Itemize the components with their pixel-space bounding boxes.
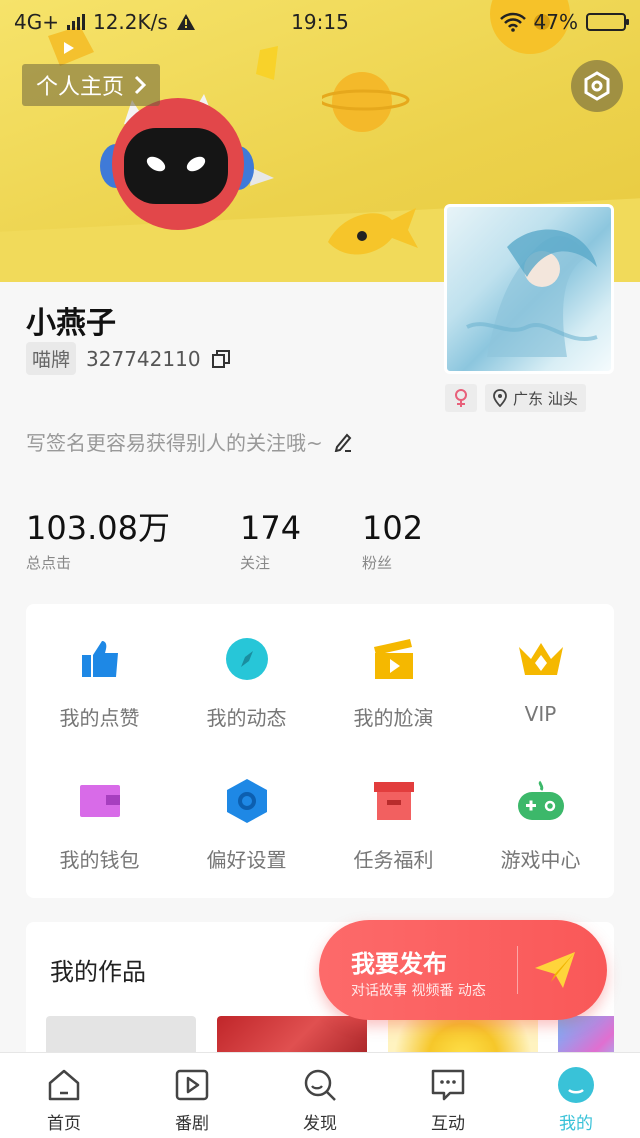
nav-interact[interactable]: 互动 [384, 1053, 512, 1138]
menu-label: 我的尬演 [353, 706, 434, 730]
menu-grid: 我的点赞 我的动态 我的尬演 VIP 我的钱包 偏好设置 任务福利 游戏中心 [26, 604, 614, 898]
menu-label: 游戏中心 [500, 848, 581, 872]
settings-button[interactable] [571, 60, 623, 112]
user-id-row: 喵牌 327742110 [26, 342, 231, 375]
menu-item-moments[interactable]: 我的动态 [173, 604, 320, 744]
nav-label: 互动 [431, 1114, 465, 1134]
home-icon [44, 1065, 84, 1105]
signal-icon [66, 14, 85, 30]
menu-label: VIP [524, 702, 557, 726]
menu-item-performance[interactable]: 我的尬演 [320, 604, 467, 744]
gamepad-icon [516, 776, 566, 826]
menu-label: 任务福利 [353, 848, 434, 872]
clapperboard-icon [369, 634, 419, 684]
publish-divider [517, 946, 518, 994]
signature-text: 写签名更容易获得别人的关注哦~ [26, 431, 323, 455]
compass-icon [222, 634, 272, 684]
nav-series[interactable]: 番剧 [128, 1053, 256, 1138]
menu-label: 偏好设置 [206, 848, 287, 872]
wallet-icon [75, 776, 125, 826]
fish-decoration [328, 208, 418, 255]
chevron-right-icon [134, 75, 147, 95]
gender-chip [445, 384, 477, 412]
nav-label: 发现 [303, 1114, 337, 1134]
avatar[interactable] [444, 204, 614, 374]
hexagon-settings-icon [222, 776, 272, 826]
red-robot-decoration [100, 94, 274, 230]
location-chip: 广东 汕头 [485, 384, 586, 412]
user-name: 小燕子 [26, 306, 116, 341]
stat-label: 粉丝 [362, 554, 393, 572]
nav-label: 首页 [47, 1114, 81, 1134]
battery-percent: 47% [533, 10, 578, 34]
menu-item-vip[interactable]: VIP [467, 604, 614, 744]
stat-following[interactable]: 174 关注 [240, 510, 301, 573]
thumbs-up-icon [75, 634, 125, 684]
stat-clicks[interactable]: 103.08万 总点击 [26, 510, 170, 573]
play-icon [172, 1065, 212, 1105]
homepage-button[interactable]: 个人主页 [22, 64, 161, 106]
stat-value: 102 [362, 509, 424, 547]
stat-fans[interactable]: 102 粉丝 [362, 510, 423, 573]
location-text: 广东 汕头 [513, 389, 578, 408]
female-icon [455, 389, 467, 407]
profile-section: 小燕子 喵牌 327742110 广东 汕头 写签名更容易获得别人的关注哦~ 1… [0, 204, 640, 594]
nav-label: 我的 [559, 1114, 593, 1134]
warning-icon [176, 14, 195, 30]
paper-plane-icon [535, 952, 575, 988]
stat-label: 总点击 [26, 554, 72, 572]
stat-label: 关注 [240, 554, 271, 572]
status-bar: 4G+ 12.2K/s 19:15 47% [0, 0, 640, 44]
planet-decoration [322, 72, 410, 132]
signature-row[interactable]: 写签名更容易获得别人的关注哦~ [26, 427, 353, 456]
battery-icon [586, 13, 629, 31]
bottom-nav: 首页 番剧 发现 互动 我的 [0, 1052, 640, 1138]
menu-item-wallet[interactable]: 我的钱包 [26, 746, 173, 886]
nav-home[interactable]: 首页 [0, 1053, 128, 1138]
network-speed: 12.2K/s [92, 10, 168, 34]
copy-icon[interactable] [211, 349, 231, 369]
user-tags: 广东 汕头 [445, 384, 586, 412]
menu-label: 我的动态 [206, 706, 287, 730]
id-tag: 喵牌 [26, 342, 77, 375]
publish-title: 我要发布 [351, 950, 447, 978]
menu-label: 我的钱包 [59, 848, 140, 872]
avatar-illustration [466, 229, 598, 357]
homepage-label: 个人主页 [36, 75, 125, 100]
nav-mine[interactable]: 我的 [512, 1053, 640, 1138]
search-icon [300, 1065, 340, 1105]
publish-button[interactable]: 我要发布 对话故事 视频番 动态 [319, 920, 607, 1020]
menu-item-preferences[interactable]: 偏好设置 [173, 746, 320, 886]
nav-label: 番剧 [175, 1114, 209, 1134]
edit-icon [334, 433, 352, 452]
hexagon-settings-icon [584, 71, 610, 101]
menu-item-likes[interactable]: 我的点赞 [26, 604, 173, 744]
menu-label: 我的点赞 [59, 706, 140, 730]
block-decoration [256, 46, 278, 80]
publish-subtitle: 对话故事 视频番 动态 [351, 983, 486, 999]
id-number: 327742110 [86, 346, 201, 371]
menu-item-games[interactable]: 游戏中心 [467, 746, 614, 886]
wifi-icon [499, 12, 526, 32]
chat-icon [428, 1065, 468, 1105]
location-pin-icon [493, 389, 507, 407]
menu-item-tasks[interactable]: 任务福利 [320, 746, 467, 886]
gift-box-icon [369, 776, 419, 826]
nav-discover[interactable]: 发现 [256, 1053, 384, 1138]
crown-icon [516, 634, 566, 684]
network-type: 4G+ [14, 10, 59, 34]
stat-value: 103.08万 [26, 509, 170, 547]
profile-icon [556, 1065, 596, 1105]
works-title: 我的作品 [50, 958, 146, 986]
stat-value: 174 [240, 509, 302, 547]
